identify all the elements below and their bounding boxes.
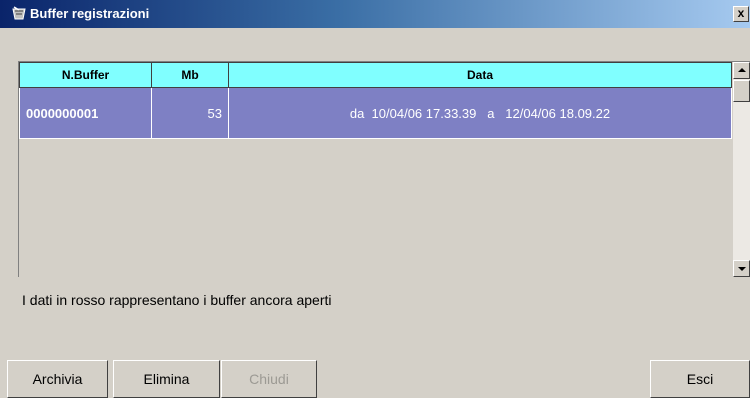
close-button[interactable]: x: [733, 6, 749, 22]
table-row[interactable]: 0000000001 53 da 10/04/06 17.33.39 a 12/…: [19, 87, 732, 139]
arrow-up-icon: [738, 68, 746, 72]
window-title: Buffer registrazioni: [30, 6, 150, 21]
vertical-scrollbar[interactable]: [732, 62, 750, 277]
chiudi-button[interactable]: Chiudi: [221, 360, 317, 398]
cell-buffer[interactable]: 0000000001: [19, 87, 152, 139]
cell-mb[interactable]: 53: [151, 87, 229, 139]
column-header-data[interactable]: Data: [228, 62, 732, 88]
cell-data[interactable]: da 10/04/06 17.33.39 a 12/04/06 18.09.22: [228, 87, 732, 139]
buffer-grid: N.Buffer Mb Data 0000000001 53 da 10/04/…: [18, 61, 750, 277]
column-header-buffer[interactable]: N.Buffer: [19, 62, 152, 88]
esci-button[interactable]: Esci: [650, 360, 750, 398]
info-note: I dati in rosso rappresentano i buffer a…: [22, 292, 332, 308]
archivia-button[interactable]: Archivia: [7, 360, 108, 398]
elimina-button[interactable]: Elimina: [113, 360, 220, 398]
table-header-row: N.Buffer Mb Data: [19, 62, 732, 88]
scroll-thumb[interactable]: [733, 80, 750, 102]
scroll-up-button[interactable]: [733, 62, 750, 79]
arrow-down-icon: [738, 267, 746, 271]
column-header-mb[interactable]: Mb: [151, 62, 229, 88]
buffer-table: N.Buffer Mb Data 0000000001 53 da 10/04/…: [19, 62, 732, 139]
scroll-down-button[interactable]: [733, 260, 750, 277]
title-bar: Buffer registrazioni x: [0, 0, 750, 28]
window-app-icon: [12, 6, 26, 20]
close-icon: x: [737, 6, 745, 20]
